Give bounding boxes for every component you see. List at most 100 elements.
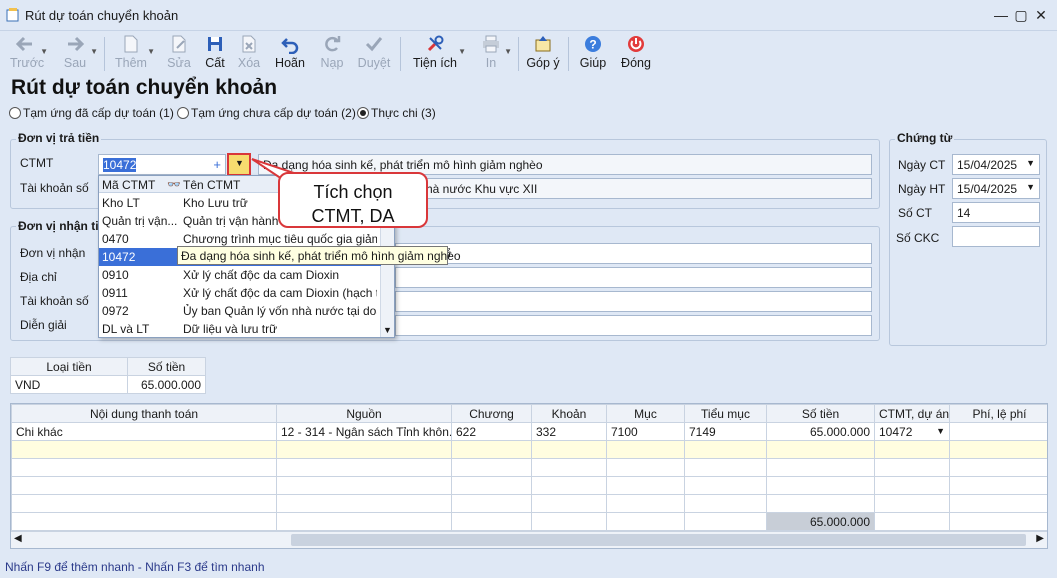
ckc-number-input[interactable] [952, 226, 1040, 247]
table-row[interactable]: Chi khác 12 - 314 - Ngân sách Tỉnh khôn.… [11, 422, 1047, 441]
column-header[interactable]: Số tiền [766, 404, 875, 423]
address-label: Địa chỉ [20, 270, 57, 284]
dropdown-item-name: Xử lý chất độc da cam Dioxin (hạch t... [183, 286, 377, 300]
chevron-down-icon[interactable]: ▼ [40, 47, 48, 56]
dropdown-item-code: 0911 [102, 286, 128, 300]
feedback-button[interactable]: Góp ý [526, 31, 560, 75]
column-header[interactable]: Khoản [531, 404, 607, 423]
help-label: Giúp [579, 56, 607, 70]
toolbar: Trước ▼ Sau ▼ Thêm ▼ Sửa Cất Xóa Hoãn Nạ… [0, 31, 1057, 75]
column-header[interactable]: Số tiền [127, 357, 206, 376]
description-input[interactable] [395, 315, 872, 336]
scrollbar-thumb[interactable] [291, 534, 1026, 546]
dropdown-item[interactable]: 0911 Xử lý chất độc da cam Dioxin (hạch t… [99, 284, 381, 302]
chevron-down-icon[interactable]: ▼ [147, 47, 155, 56]
maximize-button[interactable]: ▢ [1012, 6, 1030, 24]
column-header[interactable]: Mục [606, 404, 685, 423]
dropdown-item-code: 0972 [102, 304, 129, 318]
column-header[interactable]: CTMT, dự án [874, 404, 950, 423]
address-input[interactable] [395, 267, 872, 288]
chevron-down-icon[interactable]: ▼ [504, 47, 512, 56]
column-header-name[interactable]: Tên CTMT [183, 178, 240, 192]
payer-account-label: Tài khoản số [20, 181, 89, 195]
edit-button[interactable]: Sửa [166, 31, 192, 75]
minimize-button[interactable]: — [992, 6, 1010, 24]
close-form-label: Đóng [621, 56, 651, 70]
table-cell[interactable]: 332 [531, 422, 607, 441]
add-button[interactable]: Thêm ▼ [115, 31, 155, 75]
column-header-code[interactable]: Mã CTMT [102, 178, 155, 192]
next-button[interactable]: Sau ▼ [60, 31, 98, 75]
chevron-down-icon[interactable]: ▼ [458, 47, 466, 56]
payer-account-text: hà nước Khu vực XII [426, 182, 538, 196]
table-cell[interactable]: 12 - 314 - Ngân sách Tỉnh khôn... [276, 422, 452, 441]
table-row[interactable] [11, 458, 1047, 477]
column-header[interactable]: Loại tiền [9, 357, 129, 376]
approve-button[interactable]: Duyệt [356, 31, 392, 75]
detail-grid: Nội dung thanh toán Nguồn Chương Khoản M… [10, 403, 1048, 549]
voucher-date-picker[interactable]: 15/04/2025 ▼ [952, 154, 1040, 175]
table-row[interactable] [11, 494, 1047, 513]
table-cell[interactable]: 65.000.000 [766, 422, 875, 441]
dropdown-item-code: 10472 [102, 250, 136, 264]
table-cell[interactable]: 65.000.000 [127, 375, 206, 394]
previous-button[interactable]: Trước ▼ [10, 31, 48, 75]
help-button[interactable]: ? Giúp [578, 31, 608, 75]
radio-advance-allocated[interactable]: Tạm ứng đã cấp dự toán (1) [9, 106, 174, 120]
radio-advance-unallocated[interactable]: Tạm ứng chưa cấp dự toán (2) [177, 106, 356, 120]
chevron-down-icon: ▼ [1026, 182, 1035, 192]
payee-account-input[interactable] [395, 291, 872, 312]
table-cell[interactable]: VND [9, 375, 129, 394]
table-cell[interactable] [949, 422, 1047, 441]
column-header[interactable]: Phí, lệ phí [949, 404, 1047, 423]
column-header[interactable]: Tiểu mục [684, 404, 767, 423]
column-header[interactable]: Chương [451, 404, 532, 423]
payee-input[interactable]: ổ [395, 243, 872, 264]
plus-icon[interactable]: + [213, 157, 221, 172]
posting-date-label: Ngày HT [898, 182, 946, 196]
voucher-number-input[interactable]: 14 [952, 202, 1040, 223]
close-button[interactable]: ✕ [1032, 6, 1050, 24]
table-cell[interactable]: 7149 [684, 422, 767, 441]
window-title: Rút dự toán chuyển khoản [25, 8, 179, 23]
undo-button[interactable]: Hoãn [274, 31, 306, 75]
dropdown-item-name: Xử lý chất độc da cam Dioxin [183, 268, 340, 282]
table-row[interactable] [11, 476, 1047, 495]
table-cell[interactable]: 622 [451, 422, 532, 441]
radio-button[interactable] [177, 107, 189, 119]
scroll-right-icon[interactable]: ▶ [1036, 533, 1044, 544]
scroll-down-icon[interactable]: ▼ [383, 325, 392, 335]
posting-date-picker[interactable]: 15/04/2025 ▼ [952, 178, 1040, 199]
ctmt-dropdown-button[interactable]: ▼ [227, 153, 251, 176]
toolbar-separator [400, 37, 401, 71]
delete-button[interactable]: Xóa [236, 31, 262, 75]
utilities-button[interactable]: Tiện ích ▼ [412, 31, 466, 75]
save-button[interactable]: Cất [202, 31, 228, 75]
dropdown-item[interactable]: 0910 Xử lý chất độc da cam Dioxin [99, 266, 381, 284]
reload-button[interactable]: Nạp [318, 31, 346, 75]
table-cell-select[interactable]: 10472 ▼ [874, 422, 950, 441]
binoculars-icon[interactable]: 👓 [167, 178, 181, 191]
ctmt-input[interactable]: 10472 + [98, 154, 226, 175]
table-cell[interactable]: 7100 [606, 422, 685, 441]
print-button[interactable]: In ▼ [478, 31, 512, 75]
scroll-left-icon[interactable]: ◀ [14, 533, 22, 544]
chevron-down-icon[interactable]: ▼ [90, 47, 98, 56]
add-label: Thêm [115, 56, 147, 70]
dropdown-item[interactable]: 0972 Ủy ban Quản lý vốn nhà nước tại doa.… [99, 302, 381, 320]
table-row[interactable] [11, 440, 1047, 459]
radio-label: Tạm ứng đã cấp dự toán (1) [23, 106, 174, 120]
radio-actual-spend[interactable]: Thực chi (3) [357, 106, 436, 120]
arrow-right-icon [68, 36, 85, 52]
chevron-down-icon[interactable]: ▼ [936, 426, 945, 436]
total-amount: 65.000.000 [766, 512, 875, 531]
radio-button[interactable] [357, 107, 369, 119]
column-header[interactable]: Nguồn [276, 404, 452, 423]
column-header[interactable]: Nội dung thanh toán [11, 404, 277, 423]
table-cell[interactable]: Chi khác [11, 422, 277, 441]
table-row[interactable]: VND 65.000.000 [9, 375, 206, 394]
close-form-button[interactable]: Đóng [620, 31, 652, 75]
dropdown-item[interactable]: DL và LT Dữ liệu và lưu trữ [99, 320, 381, 338]
horizontal-scrollbar[interactable]: ◀ ▶ [11, 531, 1047, 548]
radio-button[interactable] [9, 107, 21, 119]
